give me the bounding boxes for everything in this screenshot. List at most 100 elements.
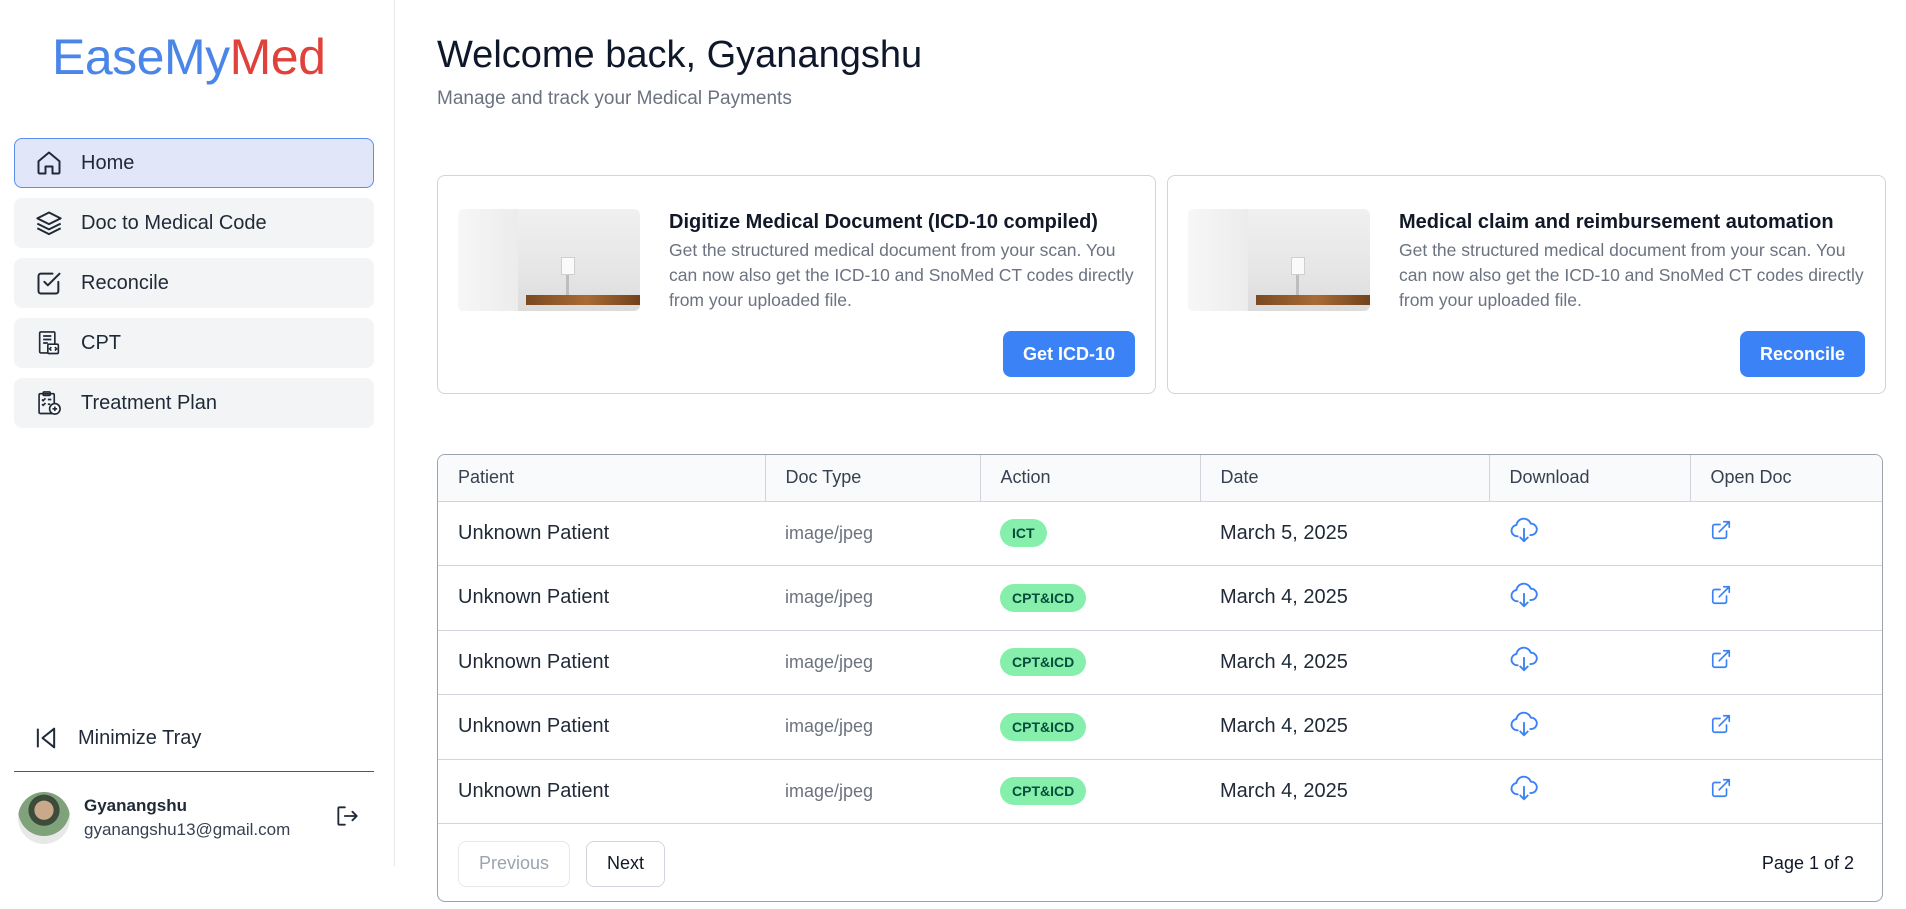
check-square-icon <box>35 269 63 297</box>
external-link-icon[interactable] <box>1710 584 1732 606</box>
reimbursement-card: Medical claim and reimbursement automati… <box>1167 175 1886 394</box>
action-badge: CPT&ICD <box>1000 583 1087 612</box>
sidebar-item-doc-to-medical-code[interactable]: Doc to Medical Code <box>14 198 374 248</box>
table-row: Unknown Patient image/jpeg CPT&ICD March 4,… <box>438 630 1882 695</box>
patient-cell: Unknown Patient <box>458 779 610 802</box>
doc-type-cell: image/jpeg <box>785 587 874 608</box>
action-cell: CPT&ICD <box>980 759 1200 824</box>
next-page-button[interactable]: Next <box>586 840 666 887</box>
open-doc-cell <box>1690 501 1882 566</box>
table-row: Unknown Patient image/jpeg CPT&ICD March 4,… <box>438 759 1882 824</box>
layers-icon <box>35 209 63 237</box>
external-link-icon[interactable] <box>1710 777 1732 799</box>
logo-part-1: EaseMy <box>52 29 230 85</box>
download-cloud-icon[interactable] <box>1509 515 1539 545</box>
previous-page-button[interactable]: Previous <box>458 840 571 887</box>
date-cell: March 4, 2025 <box>1220 715 1348 738</box>
collapse-left-icon <box>32 724 60 752</box>
action-cell: CPT&ICD <box>980 566 1200 631</box>
sidebar-divider <box>14 771 374 772</box>
pagination: Previous Next Page 1 of 2 <box>438 826 1882 901</box>
download-cloud-icon[interactable] <box>1509 709 1539 739</box>
sidebar-item-label: Doc to Medical Code <box>81 211 267 234</box>
card-description: Get the structured medical document from… <box>669 240 1134 310</box>
download-cell <box>1489 759 1690 824</box>
external-link-icon[interactable] <box>1710 648 1732 670</box>
action-cell: CPT&ICD <box>980 695 1200 760</box>
sidebar-item-treatment-plan[interactable]: Treatment Plan <box>14 378 374 428</box>
doc-type-cell: image/jpeg <box>785 716 874 737</box>
get-icd10-button[interactable]: Get ICD-10 <box>1002 331 1135 377</box>
page-title: Welcome back, Gyanangshu <box>437 34 923 76</box>
document-code-icon <box>35 329 63 357</box>
app-logo[interactable]: EaseMyMed <box>52 28 326 86</box>
action-badge: ICT <box>1000 519 1047 548</box>
download-cloud-icon[interactable] <box>1509 773 1539 803</box>
column-header-patient: Patient <box>438 455 766 502</box>
download-cell <box>1489 695 1690 760</box>
date-cell: March 4, 2025 <box>1220 586 1348 609</box>
sidebar-item-label: CPT <box>81 331 121 354</box>
user-name: Gyanangshu <box>84 796 187 815</box>
doc-type-cell: image/jpeg <box>785 780 874 801</box>
column-header-doc-type: Doc Type <box>765 455 981 502</box>
column-header-date: Date <box>1200 455 1490 502</box>
date-cell: March 4, 2025 <box>1220 779 1348 802</box>
external-link-icon[interactable] <box>1710 519 1732 541</box>
table-header-row: Patient Doc Type Action Date Download Op… <box>438 455 1882 502</box>
patient-cell: Unknown Patient <box>458 586 610 609</box>
user-info: Gyanangshu gyanangshu13@gmail.com <box>84 796 332 840</box>
minimize-tray-button[interactable]: Minimize Tray <box>32 724 201 752</box>
reconcile-button[interactable]: Reconcile <box>1739 331 1865 377</box>
digitize-card: Digitize Medical Document (ICD-10 compil… <box>437 175 1156 394</box>
patient-cell: Unknown Patient <box>458 715 610 738</box>
sidebar: EaseMyMed Home Doc to Medical Code Recon… <box>0 0 395 866</box>
home-icon <box>35 149 63 177</box>
card-description: Get the structured medical document from… <box>1399 240 1864 310</box>
logout-button[interactable] <box>332 803 362 833</box>
action-badge: CPT&ICD <box>1000 712 1087 741</box>
doc-type-cell: image/jpeg <box>785 651 874 672</box>
table-row: Unknown Patient image/jpeg CPT&ICD March 4,… <box>438 695 1882 760</box>
action-badge: CPT&ICD <box>1000 777 1087 806</box>
download-cell <box>1489 501 1690 566</box>
sidebar-item-home[interactable]: Home <box>14 138 374 188</box>
table-row: Unknown Patient image/jpeg ICT March 5, 202… <box>438 501 1882 566</box>
patient-cell: Unknown Patient <box>458 650 610 673</box>
action-cell: ICT <box>980 501 1200 566</box>
doc-type-cell: image/jpeg <box>785 522 874 543</box>
column-header-download: Download <box>1489 455 1691 502</box>
avatar[interactable] <box>18 792 70 844</box>
patient-cell: Unknown Patient <box>458 521 610 544</box>
card-image <box>1188 209 1370 311</box>
sidebar-item-cpt[interactable]: CPT <box>14 318 374 368</box>
action-cell: CPT&ICD <box>980 630 1200 695</box>
external-link-icon[interactable] <box>1710 713 1732 735</box>
logo-part-2: Med <box>229 29 326 85</box>
column-header-open-doc: Open Doc <box>1690 455 1882 502</box>
open-doc-cell <box>1690 759 1882 824</box>
sidebar-item-reconcile[interactable]: Reconcile <box>14 258 374 308</box>
download-cloud-icon[interactable] <box>1509 644 1539 674</box>
open-doc-cell <box>1690 630 1882 695</box>
open-doc-cell <box>1690 566 1882 631</box>
documents-table: Patient Doc Type Action Date Download Op… <box>437 454 1883 902</box>
table-row: Unknown Patient image/jpeg CPT&ICD March 4,… <box>438 566 1882 631</box>
user-email: gyanangshu13@gmail.com <box>84 820 291 839</box>
page-subtitle: Manage and track your Medical Payments <box>437 88 792 109</box>
card-title: Medical claim and reimbursement automati… <box>1399 211 1834 233</box>
download-cell <box>1489 566 1690 631</box>
column-header-action: Action <box>980 455 1201 502</box>
user-profile: Gyanangshu gyanangshu13@gmail.com <box>18 790 374 846</box>
clipboard-plan-icon <box>35 389 63 417</box>
action-badge: CPT&ICD <box>1000 648 1087 677</box>
page-indicator: Page 1 of 2 <box>1761 853 1854 873</box>
card-title: Digitize Medical Document (ICD-10 compil… <box>669 211 1098 233</box>
sidebar-nav: Home Doc to Medical Code Reconcile CPT T… <box>14 138 374 438</box>
download-cloud-icon[interactable] <box>1509 580 1539 610</box>
card-image <box>458 209 640 311</box>
minimize-tray-label: Minimize Tray <box>78 726 202 749</box>
download-cell <box>1489 630 1690 695</box>
sidebar-item-label: Home <box>81 151 135 174</box>
logout-icon <box>334 803 360 834</box>
